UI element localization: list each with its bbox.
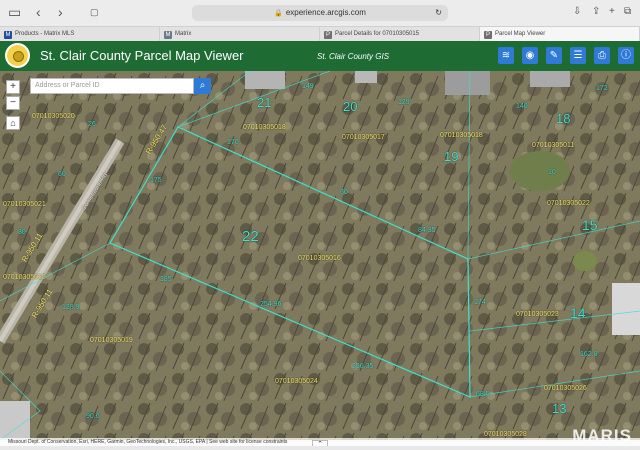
lot-number: 13: [552, 401, 567, 416]
bottom-bar: [0, 446, 640, 450]
dimension-label: 68.5: [476, 391, 490, 398]
tab-favicon: P: [324, 31, 332, 39]
parcel-id-label: 07010305028: [484, 431, 527, 438]
forward-icon[interactable]: ›: [58, 5, 63, 19]
measure-icon: ✎: [549, 50, 559, 61]
dimension-label: 256.35: [352, 363, 374, 370]
list-icon: ☰: [573, 50, 583, 61]
tab-favicon: M: [4, 31, 12, 39]
address-bar[interactable]: 🔒 experience.arcgis.com ↻: [192, 5, 448, 21]
search-input[interactable]: Address or Parcel ID: [30, 78, 194, 94]
zoom-in-button[interactable]: +: [6, 80, 20, 94]
tab-label: Parcel Map Viewer: [495, 31, 546, 37]
measure-button[interactable]: ✎: [546, 47, 562, 64]
app-subtitle: St. Clair County GIS: [317, 52, 390, 61]
home-icon: ⌂: [10, 118, 16, 128]
dimension-label: 26: [88, 121, 96, 128]
dimension-label: 10: [548, 169, 556, 176]
layers-button[interactable]: ≋: [498, 47, 514, 64]
parcel-id-label: 07010305023: [516, 311, 559, 318]
browser-toolbar: ▭ ‹ › ▢ 🔒 experience.arcgis.com ↻ ⇩ ⇪ + ⧉: [0, 0, 640, 26]
county-seal-logo: [5, 43, 30, 68]
tab-favicon: P: [484, 31, 492, 39]
tab-label: Products - Matrix MLS: [15, 31, 75, 37]
sidebar-toggle-icon[interactable]: ▭: [8, 5, 21, 19]
minus-icon: −: [10, 97, 16, 108]
parcel-id-label: 07010305018: [440, 132, 483, 139]
app-title: St. Clair County Parcel Map Viewer: [40, 48, 244, 63]
parcel-id-label: 07010305019: [90, 337, 133, 344]
lock-icon: 🔒: [274, 10, 283, 17]
search-placeholder: Address or Parcel ID: [35, 82, 100, 89]
parcel-id-label: 07010305011: [532, 142, 575, 149]
dimension-label: 170: [227, 139, 239, 146]
tab-label: Parcel Details for 07010305015: [335, 31, 420, 37]
dimension-label: 128.9: [62, 304, 80, 311]
dimension-label: 60: [58, 171, 66, 178]
tab-label: Matrix: [175, 31, 192, 37]
visibility-icon: ◉: [525, 50, 535, 61]
lot-number: 15: [582, 217, 598, 233]
tab-overview-icon[interactable]: ▢: [90, 5, 99, 19]
search-button[interactable]: ⌕: [194, 78, 211, 94]
print-button[interactable]: ⎙: [594, 47, 610, 64]
info-button[interactable]: ⓘ: [618, 47, 634, 64]
parcel-id-label: 07010305025: [3, 274, 46, 281]
share-icon[interactable]: ⇪: [592, 6, 600, 17]
list-button[interactable]: ☰: [570, 47, 586, 64]
search-icon: ⌕: [199, 80, 206, 91]
dimension-label: 174: [474, 299, 486, 306]
dimension-label: 90.6: [86, 413, 100, 420]
parcel-id-label: 07010305018: [243, 124, 286, 131]
print-icon: ⎙: [598, 50, 606, 61]
maris-watermark: MARIS: [572, 426, 632, 445]
dimension-label: 175: [150, 177, 162, 184]
dimension-label: 162.8: [580, 351, 598, 358]
dimension-label: 60: [340, 189, 348, 196]
dimension-label: 172: [596, 85, 608, 92]
parcel-id-label: 07010305024: [275, 378, 318, 385]
parcel-id-label-subject: 07010305016: [298, 255, 341, 262]
parcel-id-label: 07010305022: [547, 200, 590, 207]
reload-icon[interactable]: ↻: [435, 5, 442, 21]
tab-bar: M Products - Matrix MLS M Matrix P Parcel D…: [0, 26, 640, 42]
dimension-label: 84.35: [418, 227, 436, 234]
new-tab-icon[interactable]: +: [609, 6, 615, 17]
dimension-label: 129: [398, 99, 410, 106]
parcel-id-label: 07010305017: [342, 134, 385, 141]
plus-icon: +: [10, 81, 16, 92]
parcel-id-label: 07010305026: [544, 385, 587, 392]
tab-grid-icon[interactable]: ⧉: [624, 6, 631, 17]
dimension-label: 80: [18, 229, 26, 236]
visibility-button[interactable]: ◉: [522, 47, 538, 64]
layers-icon: ≋: [501, 50, 511, 61]
tab-matrix[interactable]: M Matrix: [160, 27, 320, 41]
dimension-label: 149: [302, 83, 314, 90]
dimension-label: 254.96: [260, 301, 282, 308]
tab-parcel-map-viewer[interactable]: P Parcel Map Viewer: [480, 27, 640, 41]
lot-number: 19: [444, 149, 459, 164]
home-button[interactable]: ⌂: [6, 116, 20, 130]
url-text: experience.arcgis.com: [285, 8, 366, 17]
lot-number: 14: [570, 305, 586, 321]
tab-products-matrix-mls[interactable]: M Products - Matrix MLS: [0, 27, 160, 41]
tab-parcel-details[interactable]: P Parcel Details for 07010305015: [320, 27, 480, 41]
back-icon[interactable]: ‹: [36, 5, 41, 19]
parcel-id-label: 07010305021: [3, 201, 46, 208]
info-icon: ⓘ: [621, 50, 631, 61]
zoom-out-button[interactable]: −: [6, 96, 20, 110]
dimension-label: 140: [516, 103, 528, 110]
lot-number: 18: [556, 111, 571, 126]
dimension-label: 185: [160, 276, 172, 283]
parcel-id-label: 07010305020: [32, 113, 75, 120]
lot-number: 22: [242, 228, 259, 245]
tab-favicon: M: [164, 31, 172, 39]
map-view[interactable]: 20 18 19 21 15 22 14 13 07010305018 0701…: [0, 71, 640, 440]
lot-number: 21: [257, 95, 272, 110]
lot-number: 20: [343, 99, 358, 114]
download-icon[interactable]: ⇩: [573, 6, 581, 17]
